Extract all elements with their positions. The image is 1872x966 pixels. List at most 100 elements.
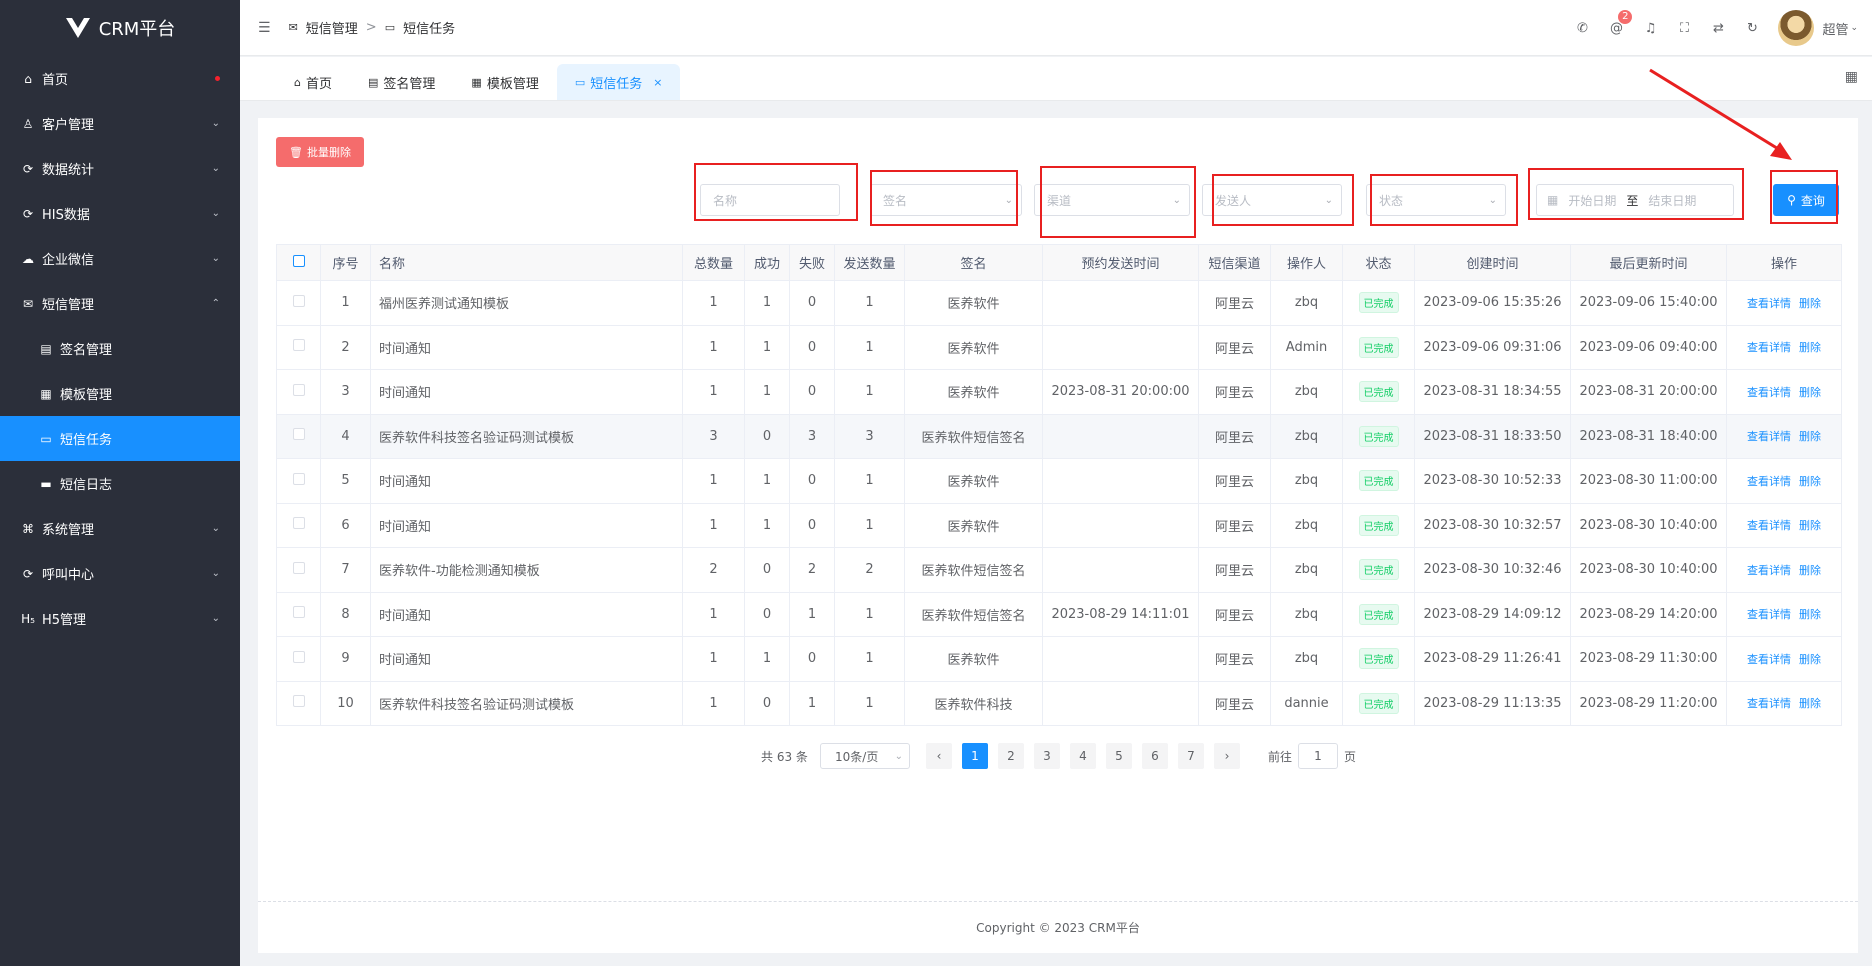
view-detail-link[interactable]: 查看详情 bbox=[1747, 564, 1791, 577]
page-number-button[interactable]: 3 bbox=[1034, 743, 1060, 769]
sidebar-item-12[interactable]: H₅ H5管理 ⌄ bbox=[0, 596, 240, 641]
view-detail-link[interactable]: 查看详情 bbox=[1747, 653, 1791, 666]
close-tab-icon[interactable]: × bbox=[653, 76, 662, 89]
table-cell: 2 bbox=[834, 547, 905, 593]
row-checkbox[interactable] bbox=[292, 294, 305, 307]
sidebar-item-0[interactable]: ⌂ 首页 bbox=[0, 56, 240, 101]
delete-link[interactable]: 删除 bbox=[1799, 297, 1821, 310]
page-size-select[interactable]: 10条/页 ⌄ bbox=[820, 743, 910, 769]
table-row[interactable]: 5 时间通知 1 1 0 1 医养软件 阿里云 zbq 已完成 2023-08-30 10:52:3… bbox=[276, 458, 1842, 504]
delete-link[interactable]: 删除 bbox=[1799, 697, 1821, 710]
status-cell: 已完成 bbox=[1342, 458, 1415, 504]
tab-3[interactable]: ▭ 短信任务 × bbox=[556, 64, 681, 100]
delete-link[interactable]: 删除 bbox=[1799, 341, 1821, 354]
sidebar-item-11[interactable]: ⟳ 呼叫中心 ⌄ bbox=[0, 551, 240, 596]
table-cell: 阿里云 bbox=[1198, 413, 1271, 459]
view-detail-link[interactable]: 查看详情 bbox=[1747, 430, 1791, 443]
view-detail-link[interactable]: 查看详情 bbox=[1747, 386, 1791, 399]
tab-2[interactable]: ▦ 模板管理 bbox=[453, 64, 556, 100]
select-all-checkbox[interactable] bbox=[292, 254, 305, 267]
delete-link[interactable]: 删除 bbox=[1799, 386, 1821, 399]
breadcrumb-item-sms-management[interactable]: 短信管理 bbox=[306, 18, 358, 37]
row-checkbox[interactable] bbox=[292, 339, 305, 352]
annotation-box bbox=[1528, 168, 1744, 220]
sidebar-item-4[interactable]: ☁ 企业微信 ⌄ bbox=[0, 236, 240, 281]
table-row[interactable]: 2 时间通知 1 1 0 1 医养软件 阿里云 Admin 已完成 2023-09-06 09:31… bbox=[276, 324, 1842, 370]
view-detail-link[interactable]: 查看详情 bbox=[1747, 608, 1791, 621]
row-checkbox[interactable] bbox=[292, 383, 305, 396]
sidebar-item-5[interactable]: ✉ 短信管理 ⌃ bbox=[0, 281, 240, 326]
column-header: 状态 bbox=[1342, 244, 1415, 281]
phone-icon[interactable]: ✆ bbox=[1574, 20, 1590, 36]
view-detail-link[interactable]: 查看详情 bbox=[1747, 341, 1791, 354]
collapse-menu-icon[interactable]: ☰ bbox=[258, 20, 271, 36]
table-cell: 2023-08-31 18:40:00 bbox=[1570, 413, 1727, 459]
tab-0[interactable]: ⌂ 首页 bbox=[276, 64, 350, 100]
wechat-icon: ☁ bbox=[22, 251, 34, 266]
view-detail-link[interactable]: 查看详情 bbox=[1747, 697, 1791, 710]
logo[interactable]: CRM平台 bbox=[0, 0, 240, 56]
row-checkbox[interactable] bbox=[292, 650, 305, 663]
sidebar-item-2[interactable]: ⟳ 数据统计 ⌄ bbox=[0, 146, 240, 191]
message-icon: ✉ bbox=[22, 296, 34, 311]
view-detail-link[interactable]: 查看详情 bbox=[1747, 519, 1791, 532]
avatar[interactable] bbox=[1778, 10, 1815, 46]
page-number-button[interactable]: 7 bbox=[1178, 743, 1204, 769]
delete-link[interactable]: 删除 bbox=[1799, 564, 1821, 577]
table-row[interactable]: 3 时间通知 1 1 0 1 医养软件 2023-08-31 20:00:00 阿里云 zbq 已完… bbox=[276, 369, 1842, 415]
tab-1[interactable]: ▤ 签名管理 bbox=[350, 64, 453, 100]
table-row[interactable]: 7 医养软件-功能检测通知模板 2 0 2 2 医养软件短信签名 阿里云 zbq 已完成 2023-… bbox=[276, 547, 1842, 593]
sidebar-item-9[interactable]: ▬ 短信日志 bbox=[0, 461, 240, 506]
sidebar-item-8[interactable]: ▭ 短信任务 bbox=[0, 416, 240, 461]
row-checkbox[interactable] bbox=[292, 695, 305, 708]
page-number-button[interactable]: 2 bbox=[998, 743, 1024, 769]
table-row[interactable]: 1 福州医养测试通知模板 1 1 0 1 医养软件 阿里云 zbq 已完成 2023-09-06 1… bbox=[276, 280, 1842, 326]
delete-link[interactable]: 删除 bbox=[1799, 430, 1821, 443]
page-number-button[interactable]: 1 bbox=[962, 743, 988, 769]
grid-icon[interactable]: ▦ bbox=[1845, 69, 1858, 85]
table-cell: 时间通知 bbox=[370, 369, 683, 415]
delete-link[interactable]: 删除 bbox=[1799, 608, 1821, 621]
table-cell: 时间通知 bbox=[370, 502, 683, 548]
mention-icon[interactable]: @2 bbox=[1608, 10, 1633, 36]
fullscreen-icon[interactable]: ⛶ bbox=[1676, 20, 1692, 36]
table-row[interactable]: 4 医养软件科技签名验证码测试模板 3 0 3 3 医养软件短信签名 阿里云 zbq 已完成 202… bbox=[276, 413, 1842, 459]
delete-link[interactable]: 删除 bbox=[1799, 653, 1821, 666]
translate-icon[interactable]: ⇄ bbox=[1710, 20, 1726, 36]
table-row[interactable]: 6 时间通知 1 1 0 1 医养软件 阿里云 zbq 已完成 2023-08-30 10:32:5… bbox=[276, 502, 1842, 548]
table-row[interactable]: 10 医养软件科技签名验证码测试模板 1 0 1 1 医养软件科技 阿里云 dannie 已完成 2… bbox=[276, 680, 1842, 726]
row-checkbox[interactable] bbox=[292, 561, 305, 574]
view-detail-link[interactable]: 查看详情 bbox=[1747, 475, 1791, 488]
page-number-button[interactable]: 6 bbox=[1142, 743, 1168, 769]
sidebar-item-10[interactable]: ⌘ 系统管理 ⌄ bbox=[0, 506, 240, 551]
sidebar-item-3[interactable]: ⟳ HIS数据 ⌄ bbox=[0, 191, 240, 236]
table-cell: 2023-08-29 11:30:00 bbox=[1570, 636, 1727, 682]
user-menu[interactable]: 超管 ⌄ bbox=[1822, 19, 1858, 38]
row-checkbox[interactable] bbox=[292, 517, 305, 530]
tab-icon: ▦ bbox=[471, 75, 482, 89]
page-number-button[interactable]: 5 bbox=[1106, 743, 1132, 769]
sidebar-item-7[interactable]: ▦ 模板管理 bbox=[0, 371, 240, 416]
prev-page-button[interactable]: ‹ bbox=[926, 743, 952, 769]
table-cell: 2023-08-29 11:26:41 bbox=[1414, 636, 1571, 682]
batch-delete-button[interactable]: 🗑 批量删除 bbox=[276, 137, 364, 167]
table-cell: 2023-08-29 11:20:00 bbox=[1570, 680, 1727, 726]
table-row[interactable]: 8 时间通知 1 0 1 1 医养软件短信签名 2023-08-29 14:11:01 阿里云 z… bbox=[276, 591, 1842, 637]
table-cell: 医养软件 bbox=[904, 502, 1043, 548]
view-detail-link[interactable]: 查看详情 bbox=[1747, 297, 1791, 310]
delete-link[interactable]: 删除 bbox=[1799, 475, 1821, 488]
bell-icon[interactable]: ♫ bbox=[1642, 20, 1658, 36]
page-number-button[interactable]: 4 bbox=[1070, 743, 1096, 769]
goto-page-input[interactable]: 1 bbox=[1298, 743, 1338, 769]
sidebar-item-6[interactable]: ▤ 签名管理 bbox=[0, 326, 240, 371]
delete-link[interactable]: 删除 bbox=[1799, 519, 1821, 532]
row-checkbox[interactable] bbox=[292, 428, 305, 441]
row-checkbox[interactable] bbox=[292, 472, 305, 485]
next-page-button[interactable]: › bbox=[1214, 743, 1240, 769]
table-row[interactable]: 9 时间通知 1 1 0 1 医养软件 阿里云 zbq 已完成 2023-08-29 11:26:4… bbox=[276, 636, 1842, 682]
refresh-icon[interactable]: ↻ bbox=[1744, 20, 1760, 36]
row-actions: 查看详情 删除 bbox=[1726, 413, 1842, 459]
row-checkbox[interactable] bbox=[292, 606, 305, 619]
sidebar-item-1[interactable]: ♙ 客户管理 ⌄ bbox=[0, 101, 240, 146]
table-cell bbox=[1042, 502, 1199, 548]
